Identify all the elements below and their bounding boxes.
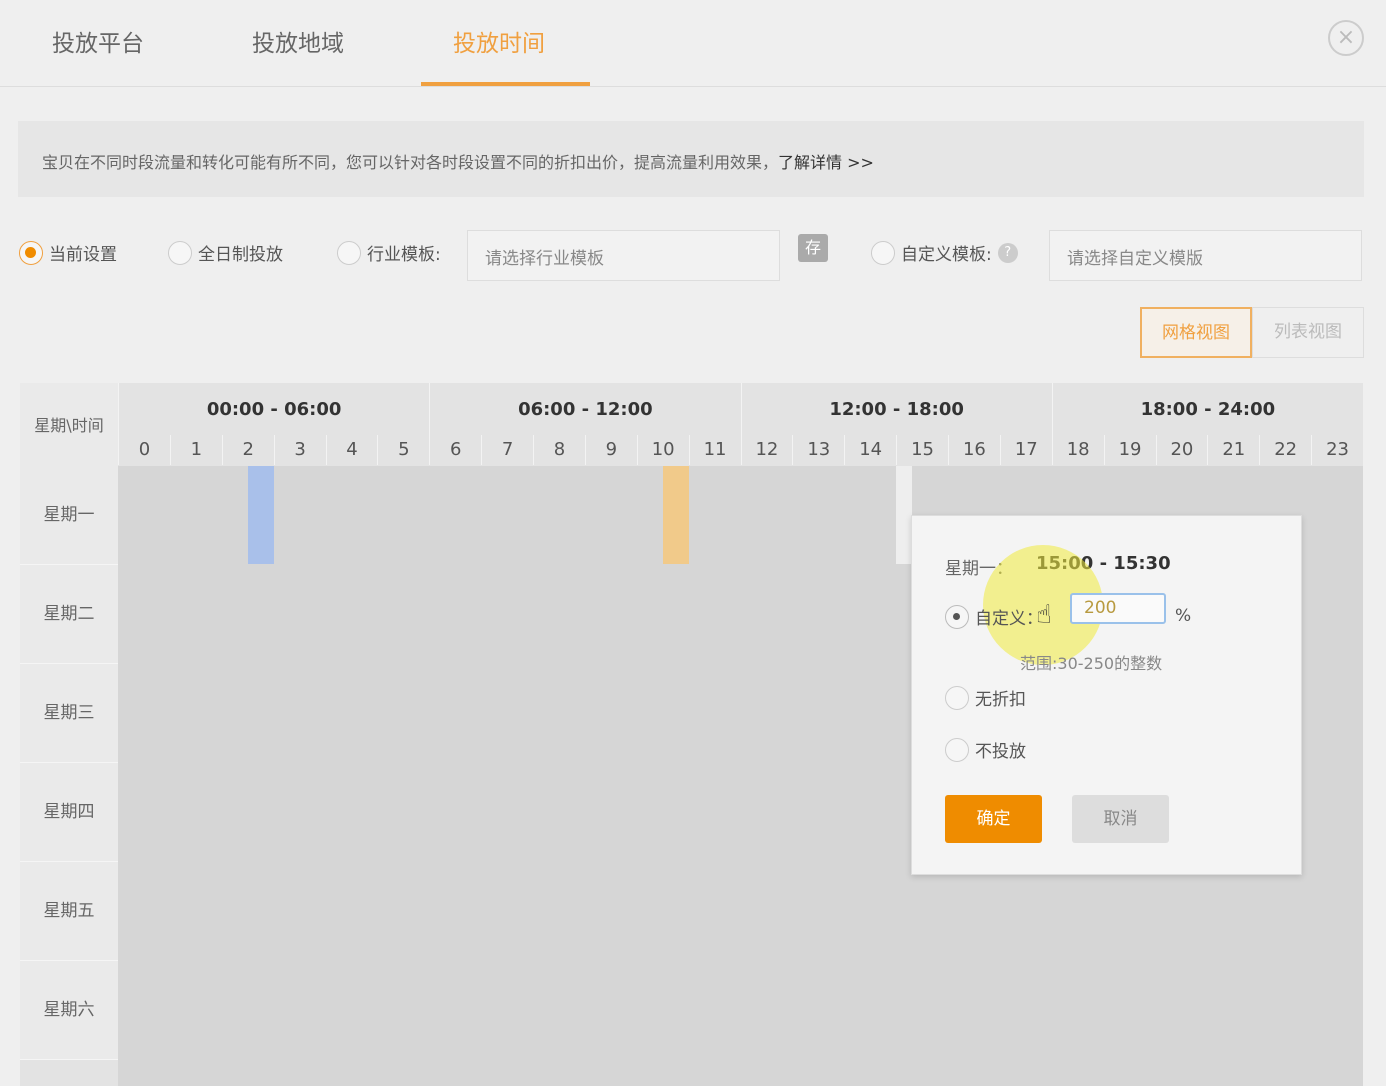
hour-header[interactable]: 9 (585, 435, 637, 465)
hour-header[interactable]: 11 (689, 435, 741, 465)
hour-header[interactable]: 4 (326, 435, 378, 465)
radio-label: 自定义： (975, 604, 1043, 629)
radio-custom[interactable]: 自定义模板:? (871, 240, 1018, 265)
day-row-header[interactable]: 星期六 (20, 961, 118, 1060)
radio-no-serve[interactable]: 不投放 (945, 737, 1026, 762)
close-icon[interactable]: × (1328, 20, 1364, 56)
radio-label: 无折扣 (975, 685, 1026, 710)
custom-template-select[interactable]: 请选择自定义模版 (1049, 230, 1362, 281)
industry-template-select[interactable]: 请选择行业模板 (467, 230, 780, 281)
list-view-button[interactable]: 列表视图 (1252, 307, 1364, 358)
hour-header[interactable]: 13 (792, 435, 844, 465)
radio-label: 行业模板: (367, 240, 441, 265)
hour-header[interactable]: 21 (1207, 435, 1259, 465)
time-slot-mark[interactable] (248, 466, 274, 564)
hour-header[interactable]: 5 (377, 435, 429, 465)
hour-header[interactable]: 18 (1052, 435, 1104, 465)
radio-checked-icon (945, 605, 969, 629)
day-row-header[interactable]: 星期五 (20, 862, 118, 961)
day-row-header[interactable]: 星期二 (20, 565, 118, 664)
grid-view-button[interactable]: 网格视图 (1140, 307, 1252, 358)
hour-header[interactable]: 22 (1259, 435, 1311, 465)
radio-allday[interactable]: 全日制投放 (168, 240, 283, 265)
radio-custom-discount[interactable]: 自定义： (945, 604, 1043, 629)
radio-checked-icon (19, 241, 43, 265)
hour-header[interactable]: 7 (481, 435, 533, 465)
notice-banner: 宝贝在不同时段流量和转化可能有所不同，您可以针对各时段设置不同的折扣出价，提高流… (18, 121, 1364, 197)
tab-bar: 投放平台 投放地域 投放时间 × (0, 0, 1386, 87)
active-tab-indicator (421, 82, 590, 86)
day-row-header[interactable]: 星期四 (20, 763, 118, 862)
help-icon[interactable]: ? (998, 243, 1018, 263)
time-range-header: 12:00 - 18:00 (741, 383, 1052, 435)
radio-icon (945, 738, 969, 762)
hour-header[interactable]: 3 (274, 435, 326, 465)
radio-label: 不投放 (975, 737, 1026, 762)
hour-header[interactable]: 19 (1104, 435, 1156, 465)
hour-header[interactable]: 14 (844, 435, 896, 465)
hour-header[interactable]: 16 (948, 435, 1000, 465)
hour-header[interactable]: 8 (533, 435, 585, 465)
hour-header[interactable]: 15 (896, 435, 948, 465)
range-hint: 范围:30-250的整数 (1020, 650, 1162, 674)
hour-header[interactable]: 0 (118, 435, 170, 465)
radio-industry[interactable]: 行业模板: (337, 240, 441, 265)
discount-input[interactable]: 200 (1070, 593, 1166, 624)
grid-corner: 星期\时间 (20, 383, 118, 466)
cancel-button[interactable]: 取消 (1072, 795, 1169, 843)
hour-header[interactable]: 6 (429, 435, 481, 465)
radio-label: 全日制投放 (198, 240, 283, 265)
radio-icon (168, 241, 192, 265)
time-slot-mark[interactable] (663, 466, 689, 564)
time-range-header: 00:00 - 06:00 (118, 383, 429, 435)
tab-platform[interactable]: 投放平台 (52, 24, 144, 58)
time-range-header: 06:00 - 12:00 (429, 383, 740, 435)
time-range-header: 18:00 - 24:00 (1052, 383, 1363, 435)
confirm-button[interactable]: 确定 (945, 795, 1042, 843)
hour-header[interactable]: 10 (637, 435, 689, 465)
hour-header[interactable]: 17 (1000, 435, 1052, 465)
hour-header[interactable]: 20 (1156, 435, 1208, 465)
radio-icon (337, 241, 361, 265)
radio-current[interactable]: 当前设置 (19, 240, 117, 265)
radio-icon (945, 686, 969, 710)
time-slot-mark[interactable] (896, 466, 912, 564)
tab-time[interactable]: 投放时间 (453, 24, 545, 58)
day-row-header[interactable]: 星期三 (20, 664, 118, 763)
hour-header[interactable]: 1 (170, 435, 222, 465)
hour-header[interactable]: 12 (741, 435, 793, 465)
hour-header[interactable]: 23 (1311, 435, 1363, 465)
radio-no-discount[interactable]: 无折扣 (945, 685, 1026, 710)
day-row-header[interactable]: 星期一 (20, 466, 118, 565)
notice-text: 宝贝在不同时段流量和转化可能有所不同，您可以针对各时段设置不同的折扣出价，提高流… (42, 153, 778, 172)
radio-icon (871, 241, 895, 265)
radio-label: 自定义模板: (901, 240, 992, 265)
hand-cursor-icon: ☝ (1036, 600, 1052, 630)
radio-label: 当前设置 (49, 240, 117, 265)
hour-header[interactable]: 2 (222, 435, 274, 465)
tab-region[interactable]: 投放地域 (252, 24, 344, 58)
percent-label: % (1175, 606, 1191, 626)
learn-more-link[interactable]: 了解详情 >> (778, 153, 874, 172)
save-icon[interactable]: 存 (798, 234, 828, 262)
